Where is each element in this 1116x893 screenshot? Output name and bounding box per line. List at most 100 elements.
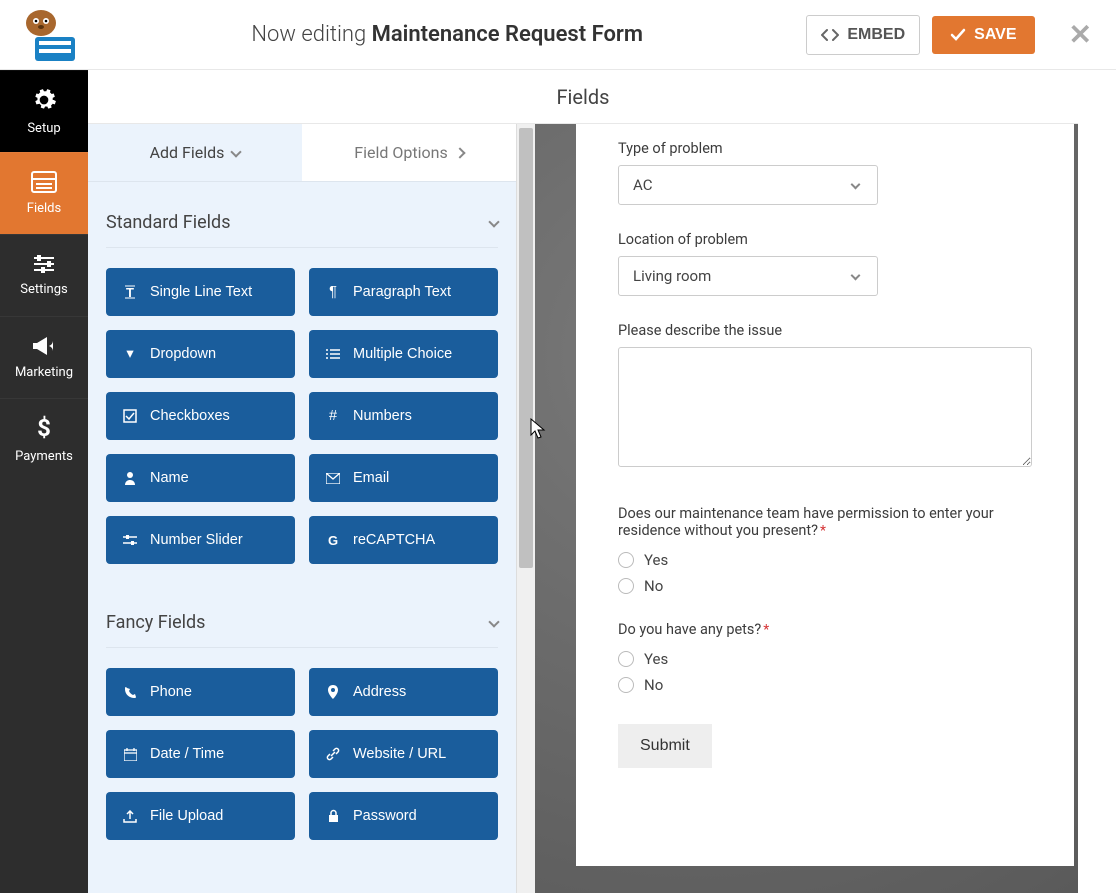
field-label: reCAPTCHA xyxy=(353,532,435,548)
field-file-upload[interactable]: File Upload xyxy=(106,792,295,840)
radio-label: Yes xyxy=(644,650,668,668)
field-password[interactable]: Password xyxy=(309,792,498,840)
field-paragraph-text[interactable]: ¶ Paragraph Text xyxy=(309,268,498,316)
form-icon xyxy=(31,171,57,193)
form-name: Maintenance Request Form xyxy=(372,22,643,47)
wpforms-logo-icon xyxy=(21,9,83,61)
location-of-problem-select[interactable]: Living room xyxy=(618,256,878,296)
top-actions: EMBED SAVE ✕ xyxy=(806,15,1100,55)
close-button[interactable]: ✕ xyxy=(1047,18,1100,51)
permission-radio-group: Yes No xyxy=(618,551,1032,595)
check-icon xyxy=(950,28,966,42)
field-phone[interactable]: Phone xyxy=(106,668,295,716)
panel-scrollbar[interactable] xyxy=(517,124,535,893)
bullhorn-icon xyxy=(31,335,57,357)
checkbox-icon xyxy=(122,409,138,423)
required-mark: * xyxy=(820,523,826,539)
sliders-icon xyxy=(32,254,56,274)
radio-icon xyxy=(618,552,634,568)
sidebar-label: Settings xyxy=(20,282,67,297)
code-icon xyxy=(821,28,839,42)
radio-label: No xyxy=(644,676,663,694)
list-icon xyxy=(325,348,341,360)
sidebar-label: Payments xyxy=(15,449,73,464)
field-name[interactable]: Name xyxy=(106,454,295,502)
section-standard-fields[interactable]: Standard Fields xyxy=(106,182,498,248)
embed-button[interactable]: EMBED xyxy=(806,15,920,55)
field-website-url[interactable]: Website / URL xyxy=(309,730,498,778)
main-sidebar: Setup Fields Settings Marketing $ Paymen… xyxy=(0,70,88,893)
tab-label: Add Fields xyxy=(150,143,225,162)
field-label: Date / Time xyxy=(150,746,224,762)
link-icon xyxy=(325,747,341,761)
submit-button[interactable]: Submit xyxy=(618,724,712,768)
field-label: Address xyxy=(353,684,406,700)
type-of-problem-label: Type of problem xyxy=(618,140,1032,157)
permission-radio-yes[interactable]: Yes xyxy=(618,551,1032,569)
field-email[interactable]: Email xyxy=(309,454,498,502)
pets-radio-group: Yes No xyxy=(618,650,1032,694)
pets-radio-yes[interactable]: Yes xyxy=(618,650,1032,668)
chevron-down-icon xyxy=(488,216,499,227)
field-label: Password xyxy=(353,808,417,824)
page-title: Now editing Maintenance Request Form xyxy=(88,22,806,47)
map-pin-icon xyxy=(325,685,341,699)
sidebar-label: Setup xyxy=(27,121,60,136)
sidebar-item-payments[interactable]: $ Payments xyxy=(0,398,88,480)
paragraph-icon: ¶ xyxy=(325,284,341,300)
field-numbers[interactable]: # Numbers xyxy=(309,392,498,440)
permission-radio-no[interactable]: No xyxy=(618,577,1032,595)
field-recaptcha[interactable]: GreCAPTCHA xyxy=(309,516,498,564)
describe-issue-textarea[interactable] xyxy=(618,347,1032,467)
envelope-icon xyxy=(325,473,341,484)
tab-field-options[interactable]: Field Options xyxy=(302,124,516,181)
field-label: Dropdown xyxy=(150,346,216,362)
save-button[interactable]: SAVE xyxy=(932,16,1034,54)
required-mark: * xyxy=(763,622,769,638)
app-logo xyxy=(16,0,88,70)
field-address[interactable]: Address xyxy=(309,668,498,716)
svg-text:G: G xyxy=(328,533,338,547)
field-label: Name xyxy=(150,470,189,486)
radio-label: No xyxy=(644,577,663,595)
panel-title: Fields xyxy=(557,85,610,109)
section-fancy-fields[interactable]: Fancy Fields xyxy=(106,582,498,648)
field-multiple-choice[interactable]: Multiple Choice xyxy=(309,330,498,378)
tab-label: Field Options xyxy=(354,143,447,162)
tab-add-fields[interactable]: Add Fields xyxy=(88,124,302,181)
save-label: SAVE xyxy=(974,26,1016,44)
panel-body: Standard Fields TSingle Line Text ¶ Parag… xyxy=(88,182,516,893)
describe-issue-label: Please describe the issue xyxy=(618,322,1032,339)
sidebar-item-settings[interactable]: Settings xyxy=(0,234,88,316)
field-single-line-text[interactable]: TSingle Line Text xyxy=(106,268,295,316)
sidebar-item-fields[interactable]: Fields xyxy=(0,152,88,234)
field-label: File Upload xyxy=(150,808,223,824)
field-label: Email xyxy=(353,470,389,486)
field-dropdown[interactable]: ▾ Dropdown xyxy=(106,330,295,378)
scrollbar-thumb[interactable] xyxy=(519,128,533,568)
sidebar-item-marketing[interactable]: Marketing xyxy=(0,316,88,398)
field-checkboxes[interactable]: Checkboxes xyxy=(106,392,295,440)
embed-label: EMBED xyxy=(847,26,905,44)
field-label: Checkboxes xyxy=(150,408,230,424)
pets-radio-no[interactable]: No xyxy=(618,676,1032,694)
field-number-slider[interactable]: Number Slider xyxy=(106,516,295,564)
radio-icon xyxy=(618,651,634,667)
svg-text:$: $ xyxy=(37,415,51,441)
section-title: Fancy Fields xyxy=(106,612,205,633)
google-icon: G xyxy=(325,533,341,547)
field-label: Phone xyxy=(150,684,192,700)
type-of-problem-select[interactable]: AC xyxy=(618,165,878,205)
dollar-icon: $ xyxy=(36,415,52,441)
field-label: Number Slider xyxy=(150,532,243,548)
panel-header: Fields xyxy=(88,70,1078,124)
hash-icon: # xyxy=(325,408,341,424)
caret-down-icon: ▾ xyxy=(122,346,138,362)
sidebar-item-setup[interactable]: Setup xyxy=(0,70,88,152)
field-label: Website / URL xyxy=(353,746,446,762)
field-label: Paragraph Text xyxy=(353,284,451,300)
field-date-time[interactable]: Date / Time xyxy=(106,730,295,778)
chevron-down-icon xyxy=(231,146,242,157)
text-cursor-icon: T xyxy=(122,285,138,299)
field-label: Numbers xyxy=(353,408,412,424)
